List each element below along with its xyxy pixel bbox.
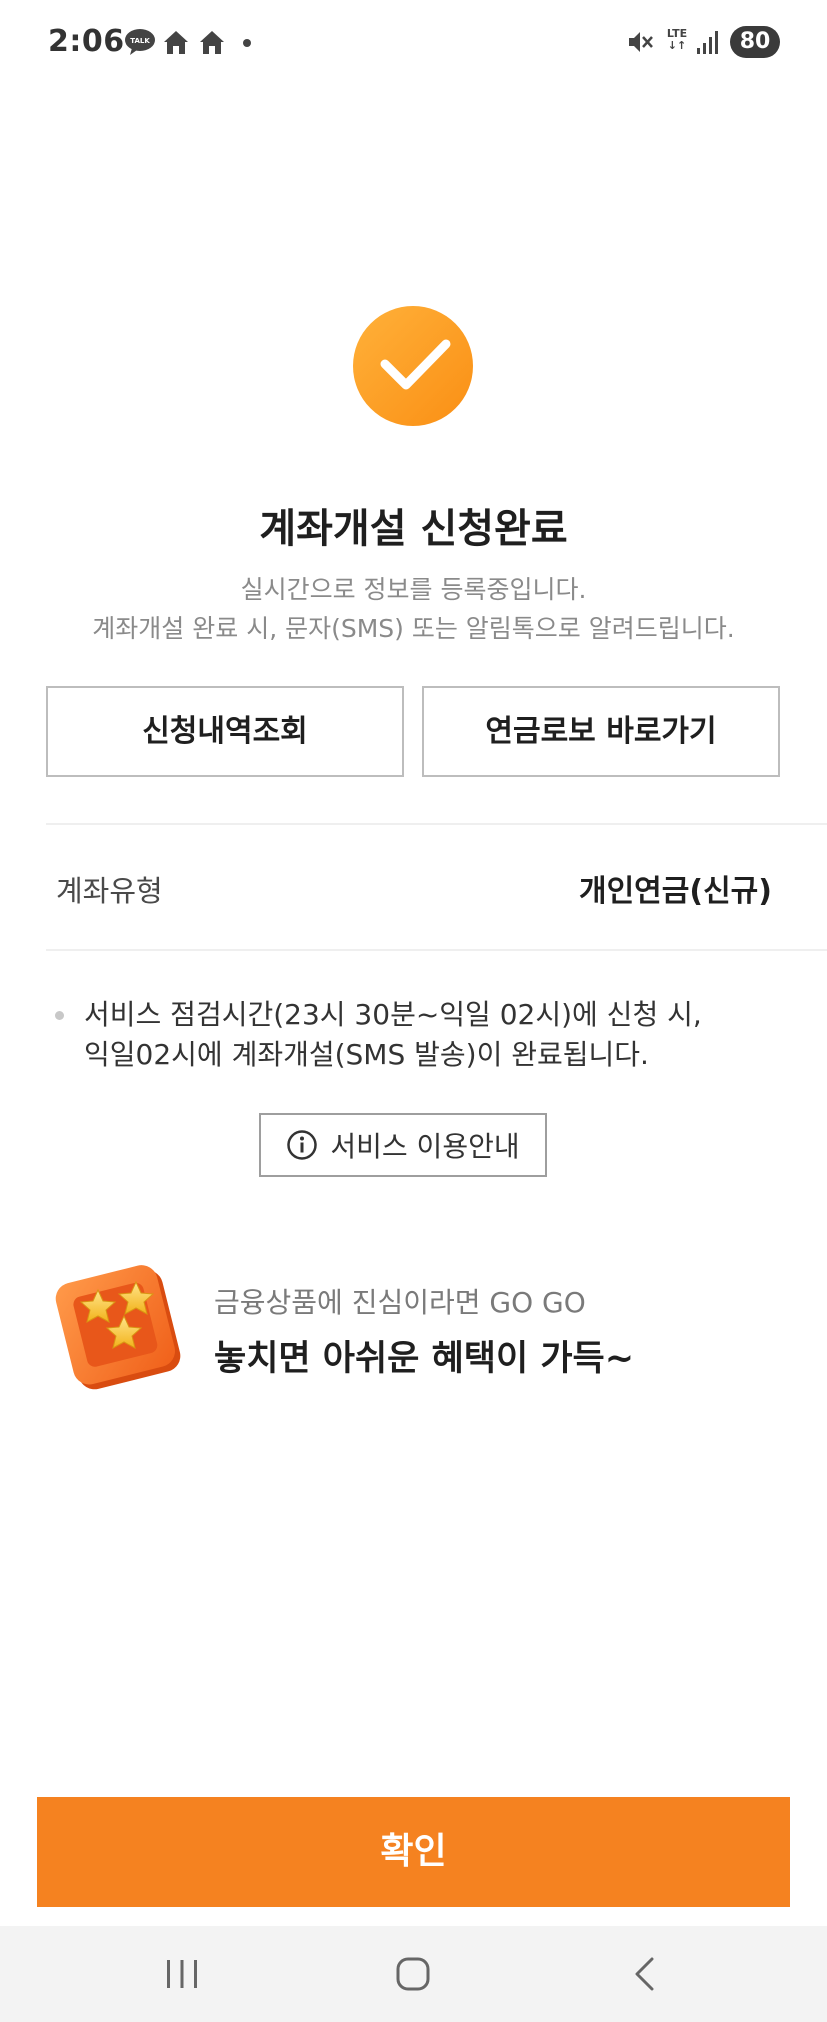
info-icon [287, 1130, 318, 1160]
promo-title[interactable]: 놓치면 아쉬운 혜택이 가득~ [214, 1330, 634, 1381]
check-mark-icon [380, 339, 451, 390]
service-guide-label: 서비스 이용안내 [330, 1130, 520, 1163]
signal-icon [697, 31, 718, 54]
svg-text:TALK: TALK [130, 37, 150, 45]
promo-subtitle[interactable]: 금융상품에 진심이라면 GO GO [214, 1281, 586, 1321]
battery-icon: 80 [730, 26, 780, 58]
status-time: 2:06 [48, 24, 125, 59]
mute-icon [629, 32, 653, 52]
battery-level: 80 [739, 29, 771, 54]
kakaotalk-icon: TALK [125, 29, 155, 55]
network-label: LTE [666, 27, 688, 40]
pension-robo-button[interactable]: 연금로보 바로가기 [422, 686, 780, 777]
account-type-label: 계좌유형 [56, 874, 163, 908]
bullet-icon [55, 1011, 64, 1020]
stars-box-icon[interactable] [54, 1262, 184, 1392]
notice-line-2: 익일02시에 계좌개설(SMS 발송)이 완료됩니다. [84, 1038, 649, 1071]
home-icon[interactable] [395, 1956, 431, 1992]
history-inquiry-button[interactable]: 신청내역조회 [46, 686, 404, 777]
divider [46, 949, 827, 951]
description-line-1: 실시간으로 정보를 등록중입니다. [240, 575, 587, 604]
confirm-button[interactable]: 확인 [37, 1797, 790, 1907]
recent-apps-icon[interactable] [164, 1958, 200, 1990]
service-guide-button[interactable]: 서비스 이용안내 [259, 1113, 547, 1177]
notice-line-1: 서비스 점검시간(23시 30분~익일 02시)에 신청 시, [84, 998, 702, 1031]
home-icon [200, 31, 224, 54]
description-line-2: 계좌개설 완료 시, 문자(SMS) 또는 알림톡으로 알려드립니다. [92, 614, 735, 643]
check-circle-icon [353, 306, 473, 426]
account-type-value: 개인연금(신규) [578, 874, 772, 909]
divider [46, 823, 827, 825]
page-title: 계좌개설 신청완료 [259, 506, 568, 552]
dot-icon [243, 39, 251, 47]
status-bar: 2:06 TALK LTE ↓↑ 80 [0, 0, 827, 86]
home-icon [164, 31, 188, 54]
back-icon[interactable] [630, 1956, 660, 1992]
lte-icon: LTE ↓↑ [666, 27, 688, 52]
